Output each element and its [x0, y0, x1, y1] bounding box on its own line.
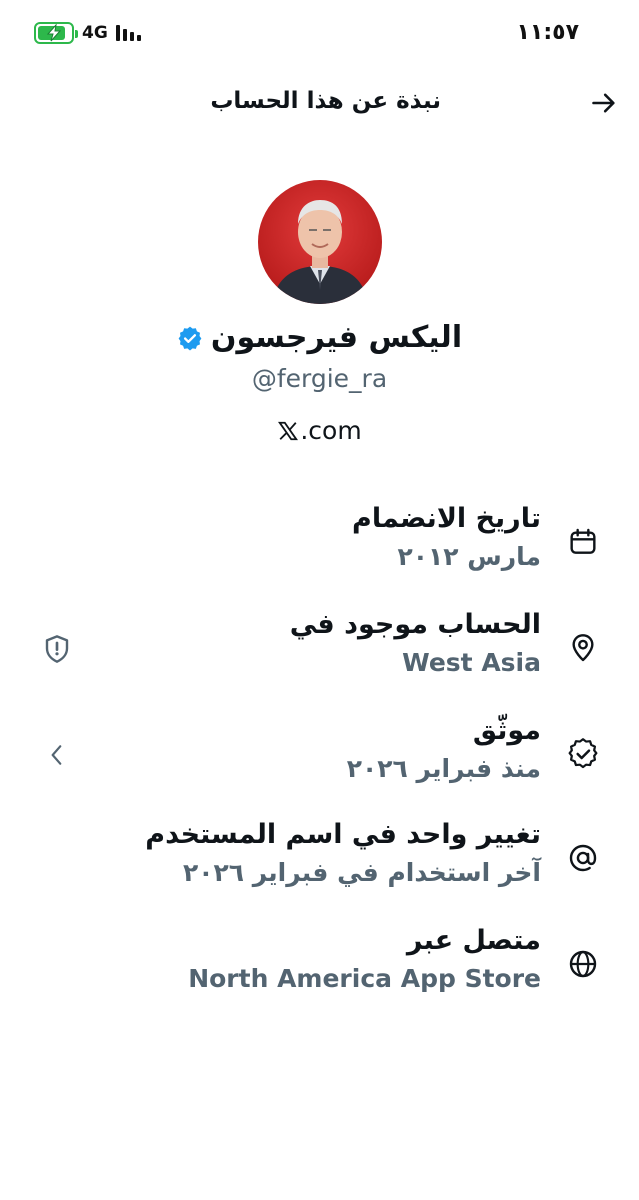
status-indicators: 4G	[34, 22, 141, 44]
website-text: .com	[300, 416, 362, 445]
battery-icon	[34, 22, 78, 44]
display-name: اليكس فيرجسون	[210, 320, 463, 355]
info-row-location: الحساب موجود في West Asia	[0, 606, 639, 696]
username-changes-title: تغيير واحد في اسم المستخدم	[145, 819, 541, 850]
signal-strength-icon	[115, 25, 141, 41]
joined-title: تاريخ الانضمام	[352, 503, 541, 534]
location-title: الحساب موجود في	[289, 609, 541, 640]
about-account-screen: 4G ١١:٥٧ نبذة عن هذا الحساب اليكس فيرجسو…	[0, 0, 639, 1200]
page-title: نبذة عن هذا الحساب	[210, 88, 441, 114]
info-row-verified[interactable]: موثّق منذ فبراير ٢٠٢٦	[0, 712, 639, 802]
status-bar: 4G ١١:٥٧	[0, 0, 639, 60]
joined-text: تاريخ الانضمام مارس ٢٠١٢	[352, 500, 541, 574]
location-value: West Asia	[402, 648, 541, 677]
shield-alert-icon	[45, 635, 69, 663]
website-link[interactable]: .com	[0, 416, 639, 445]
username-changes-text: تغيير واحد في اسم المستخدم آخر استخدام ف…	[145, 816, 541, 890]
joined-value: مارس ٢٠١٢	[397, 542, 541, 571]
location-text: الحساب موجود في West Asia	[290, 606, 541, 680]
info-row-username-changes: تغيير واحد في اسم المستخدم آخر استخدام ف…	[0, 816, 639, 906]
verified-seal-icon	[568, 738, 598, 769]
verified-value: منذ فبراير ٢٠٢٦	[346, 754, 541, 783]
name-row: اليكس فيرجسون	[0, 320, 639, 355]
location-pin-icon	[572, 634, 594, 662]
at-sign-icon	[569, 844, 597, 872]
connected-via-title: متصل عبر	[406, 925, 541, 956]
calendar-icon	[570, 528, 596, 554]
verified-badge-icon	[178, 326, 202, 350]
x-logo-icon	[278, 421, 299, 440]
info-row-connected-via: متصل عبر North America App Store	[0, 922, 639, 1012]
back-button[interactable]	[587, 86, 621, 120]
profile-avatar[interactable]	[258, 180, 382, 304]
connected-via-value: North America App Store	[188, 964, 541, 993]
charging-bolt-icon	[46, 24, 62, 42]
network-type: 4G	[82, 23, 108, 43]
location-info-button[interactable]	[40, 632, 74, 666]
arrow-right-icon	[592, 93, 615, 113]
verified-details-button[interactable]	[40, 738, 74, 772]
avatar-image	[258, 180, 382, 304]
globe-icon	[569, 950, 597, 978]
verified-title: موثّق	[472, 715, 541, 746]
chevron-left-icon	[51, 745, 62, 765]
username-handle: @fergie_ra	[251, 364, 388, 393]
username-changes-value: آخر استخدام في فبراير ٢٠٢٦	[182, 858, 541, 887]
info-row-joined: تاريخ الانضمام مارس ٢٠١٢	[0, 500, 639, 590]
connected-via-text: متصل عبر North America App Store	[188, 922, 541, 996]
verified-text: موثّق منذ فبراير ٢٠٢٦	[347, 712, 541, 786]
status-time: ١١:٥٧	[516, 20, 579, 45]
top-header: نبذة عن هذا الحساب	[0, 78, 639, 126]
